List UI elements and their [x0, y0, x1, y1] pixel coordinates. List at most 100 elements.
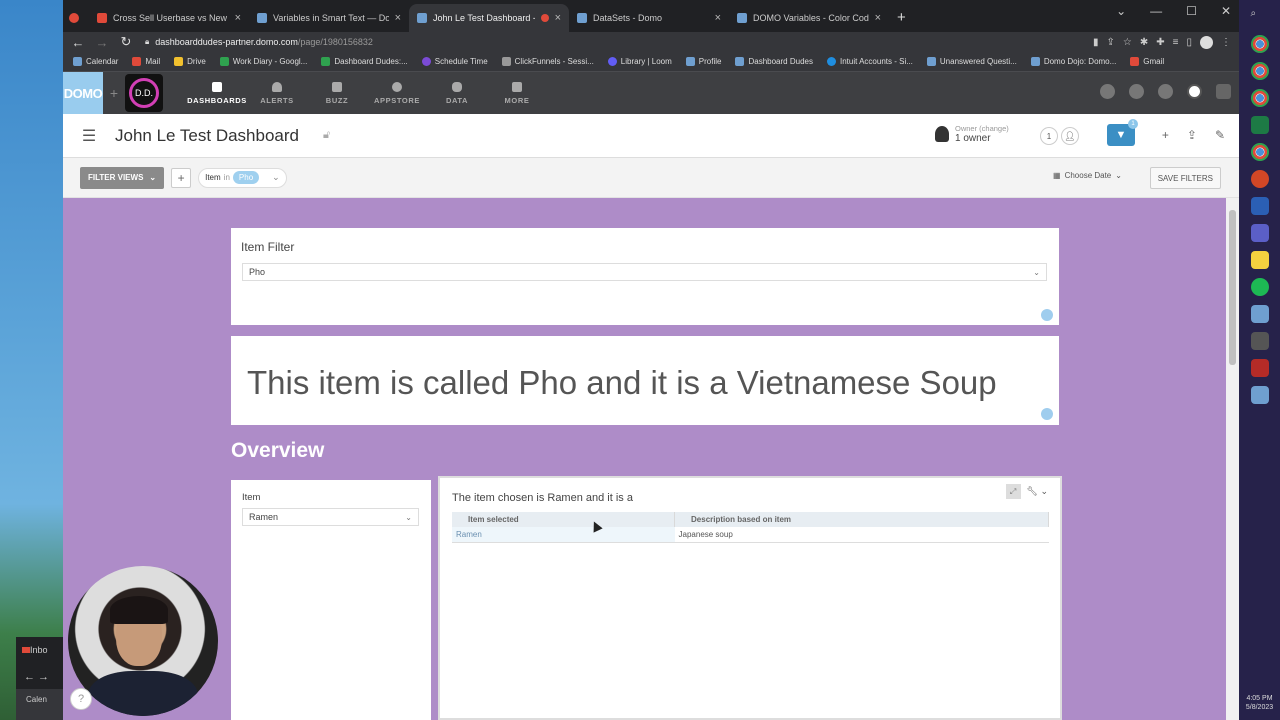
- wrench-icon[interactable]: 🔧︎ ⌄: [1027, 486, 1048, 497]
- add-filter-button[interactable]: +: [171, 167, 192, 188]
- search-icon[interactable]: [1100, 84, 1115, 99]
- tab-domo-variables[interactable]: DOMO Variables - Color Coding ×: [729, 4, 889, 32]
- teams-icon[interactable]: [1250, 224, 1269, 242]
- app-icon[interactable]: [1250, 305, 1269, 323]
- sidepanel-icon[interactable]: ▯: [1186, 37, 1192, 48]
- lock-icon[interactable]: 🔓︎: [323, 129, 330, 142]
- nav-alerts[interactable]: ALERTS: [247, 81, 307, 105]
- filter-indicator-icon[interactable]: [1041, 408, 1053, 420]
- filter-pill[interactable]: Item in Pho ⌄: [198, 167, 287, 188]
- brand-initials: D.D.: [129, 78, 159, 108]
- star-icon[interactable]: ☆: [1123, 37, 1132, 48]
- table-row[interactable]: Ramen Japanese soup: [452, 527, 1049, 543]
- powerpoint-icon[interactable]: [1250, 170, 1269, 188]
- share-icon[interactable]: ⇪: [1187, 128, 1197, 142]
- system-clock[interactable]: 4:05 PM 5/8/2023: [1246, 694, 1273, 712]
- new-tab-button[interactable]: +: [889, 9, 914, 32]
- search-icon[interactable]: ⌕: [1251, 8, 1269, 26]
- nav-buzz[interactable]: BUZZ: [307, 81, 367, 105]
- bookmark-mail[interactable]: Mail: [132, 57, 160, 66]
- bookmark-schedule-time[interactable]: Schedule Time: [421, 57, 488, 66]
- minimize-icon[interactable]: —: [1150, 4, 1162, 18]
- share-count[interactable]: 1: [1040, 127, 1058, 145]
- bookmark-clickfunnels[interactable]: ClickFunnels - Sessi...: [501, 57, 594, 66]
- add-icon[interactable]: [1129, 84, 1144, 99]
- nav-data[interactable]: DATA: [427, 81, 487, 105]
- address-bar[interactable]: 🔒︎ dashboarddudes-partner.domo.com/page/…: [143, 34, 1083, 50]
- filezilla-icon[interactable]: [1250, 359, 1269, 377]
- puzzle-icon[interactable]: ✚: [1156, 37, 1164, 48]
- bookmark-calendar[interactable]: Calendar: [73, 57, 118, 66]
- forward-button[interactable]: →: [95, 35, 109, 50]
- domo-logo[interactable]: DOMO: [63, 72, 103, 114]
- user-avatar[interactable]: [1187, 84, 1202, 99]
- add-card-icon[interactable]: +: [1162, 128, 1169, 142]
- item-filter-dropdown[interactable]: Pho ⌄: [242, 263, 1047, 281]
- chat-icon[interactable]: [1216, 84, 1231, 99]
- nav-dashboards[interactable]: DASHBOARDS: [187, 81, 247, 105]
- recording-tab[interactable]: [63, 4, 89, 32]
- chevron-down-icon[interactable]: ⌄: [272, 172, 280, 183]
- hamburger-menu-icon[interactable]: ☰: [63, 126, 115, 146]
- tab-cross-sell[interactable]: Cross Sell Userbase vs New Logo×: [89, 4, 249, 32]
- item-dropdown[interactable]: Ramen ⌄: [242, 508, 419, 526]
- chrome-icon[interactable]: [1250, 62, 1269, 80]
- column-header[interactable]: Description based on item: [674, 512, 1049, 527]
- close-tab-icon[interactable]: ×: [395, 12, 401, 24]
- owner-info[interactable]: Owner (change) 1 owner: [935, 124, 1009, 144]
- brand-logo[interactable]: D.D.: [125, 74, 163, 112]
- app-icon[interactable]: [1250, 332, 1269, 350]
- extension-icon[interactable]: ✱: [1140, 37, 1148, 48]
- spotify-icon[interactable]: [1250, 278, 1269, 296]
- sticky-notes-icon[interactable]: [1250, 251, 1269, 269]
- choose-date-dropdown[interactable]: ▦ Choose Date ⌄: [1053, 171, 1122, 180]
- close-tab-icon[interactable]: ×: [875, 12, 881, 24]
- bookmark-drive[interactable]: Drive: [174, 57, 206, 66]
- tab-john-le-dashboard[interactable]: John Le Test Dashboard - Do×: [409, 4, 569, 32]
- close-tab-icon[interactable]: ×: [235, 12, 241, 24]
- bookmark-unanswered[interactable]: Unanswered Questi...: [926, 57, 1017, 66]
- chrome-icon[interactable]: [1250, 143, 1269, 161]
- filter-views-button[interactable]: FILTER VIEWS ⌄: [80, 166, 165, 189]
- help-bubble-icon[interactable]: ?: [70, 688, 92, 710]
- page-scrollbar[interactable]: [1226, 198, 1239, 720]
- media-icon[interactable]: ≡: [1173, 37, 1179, 48]
- help-icon[interactable]: [1158, 84, 1173, 99]
- chrome-icon[interactable]: [1250, 35, 1269, 53]
- camera-icon[interactable]: ▮: [1093, 37, 1099, 48]
- save-filters-button[interactable]: SAVE FILTERS: [1149, 167, 1221, 189]
- bookmark-loom[interactable]: Library | Loom: [607, 57, 672, 66]
- wrench-icon[interactable]: ✎: [1215, 128, 1225, 142]
- share-icon[interactable]: ⇪: [1107, 37, 1115, 48]
- menu-dots-icon[interactable]: ⋮: [1221, 37, 1231, 48]
- chevron-down-icon[interactable]: ⌄: [1116, 4, 1126, 18]
- tab-variables-smart-text[interactable]: Variables in Smart Text — Domo×: [249, 4, 409, 32]
- close-tab-icon[interactable]: ×: [715, 12, 721, 24]
- chrome-icon[interactable]: [1250, 89, 1269, 107]
- expand-icon[interactable]: ⤢: [1005, 484, 1021, 499]
- back-button[interactable]: ←: [71, 35, 85, 50]
- bookmark-gmail[interactable]: Gmail: [1130, 57, 1164, 66]
- filter-indicator-icon[interactable]: [1041, 309, 1053, 321]
- column-header[interactable]: Item selected: [452, 512, 676, 527]
- nav-appstore[interactable]: APPSTORE: [367, 81, 427, 105]
- nav-more[interactable]: MORE: [487, 81, 547, 105]
- bookmark-profile[interactable]: Profile: [685, 57, 721, 66]
- word-icon[interactable]: [1250, 197, 1269, 215]
- tab-datasets[interactable]: DataSets - Domo ×: [569, 4, 729, 32]
- bookmark-dashboard-dudes-sheet[interactable]: Dashboard Dudes:...: [321, 57, 408, 66]
- add-user-icon[interactable]: 👤︎: [1061, 127, 1079, 145]
- excel-icon[interactable]: [1250, 116, 1269, 134]
- bookmark-dashboard-dudes[interactable]: Dashboard Dudes: [735, 57, 813, 66]
- profile-avatar[interactable]: [1200, 35, 1213, 49]
- bookmark-work-diary[interactable]: Work Diary - Googl...: [219, 57, 307, 66]
- page-title[interactable]: John Le Test Dashboard: [115, 126, 299, 146]
- reload-button[interactable]: ↻: [119, 34, 133, 50]
- bookmark-intuit[interactable]: Intuit Accounts - Si...: [826, 57, 913, 66]
- close-window-icon[interactable]: ✕: [1221, 4, 1231, 18]
- close-tab-icon[interactable]: ×: [555, 12, 561, 24]
- scrollbar-thumb[interactable]: [1229, 210, 1236, 365]
- bookmark-domo-dojo[interactable]: Domo Dojo: Domo...: [1030, 57, 1116, 66]
- maximize-icon[interactable]: ☐: [1186, 4, 1197, 18]
- app-icon[interactable]: [1250, 386, 1269, 404]
